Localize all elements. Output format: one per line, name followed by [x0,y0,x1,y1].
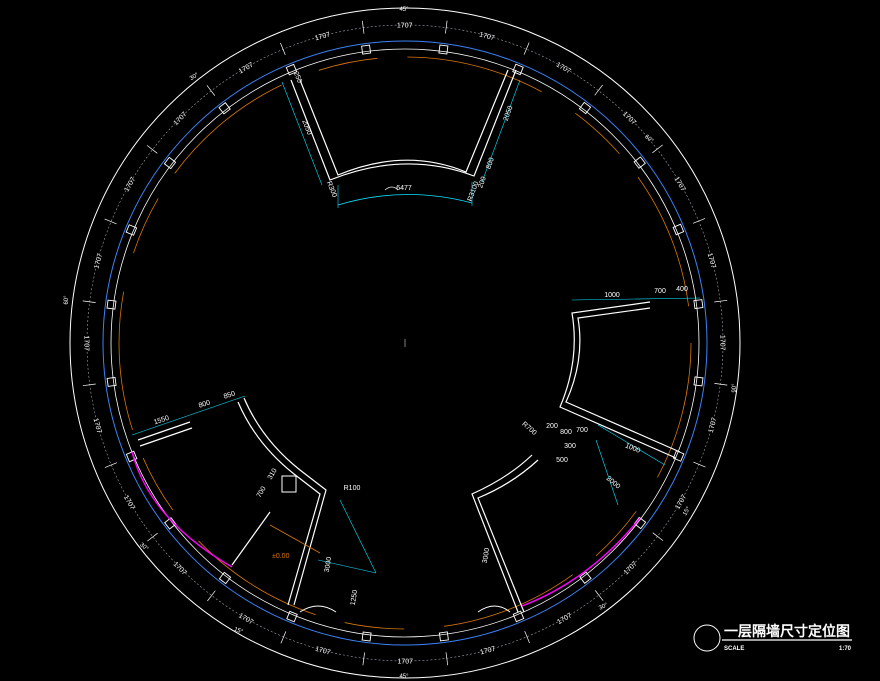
angle-label-right: 90° [732,383,738,393]
right-room-bottom-dim-e: 200 [546,423,558,430]
segment-dimension-label: 1707 [397,22,413,29]
drawing-title: 一层隔墙尺寸定位图 [724,623,850,640]
segment-dimension-label: 1707 [82,336,89,352]
angle-label-bottom: 45° [399,674,409,680]
left-room-radius: R100 [344,485,361,492]
right-room-bottom-dim-h: 500 [556,457,568,464]
right-room-bottom-dim-c: 700 [576,427,588,434]
right-room-top-dim-c: 400 [676,286,688,293]
right-room-top-dim-b: 700 [654,288,666,295]
segment-dimension-label: 1707 [398,658,414,665]
floor-plan-drawing: 1707170717071707170717071707170717071707… [0,0,880,681]
right-room-bottom-dim-d: 800 [560,429,572,436]
angle-label-top: 45° [399,7,409,13]
background [0,0,880,681]
right-room-top-dim-a: 1000 [604,292,620,299]
right-room-bottom-dim-g: 300 [564,443,576,450]
scale-label: SCALE [724,646,744,652]
scale-value: 1:70 [839,646,852,652]
segment-dimension-label: 1707 [718,335,725,351]
top-room-arc-label: 6477 [396,185,412,192]
left-room-level-label: ±0.00 [272,553,290,560]
angle-label-left: 60° [64,295,70,305]
